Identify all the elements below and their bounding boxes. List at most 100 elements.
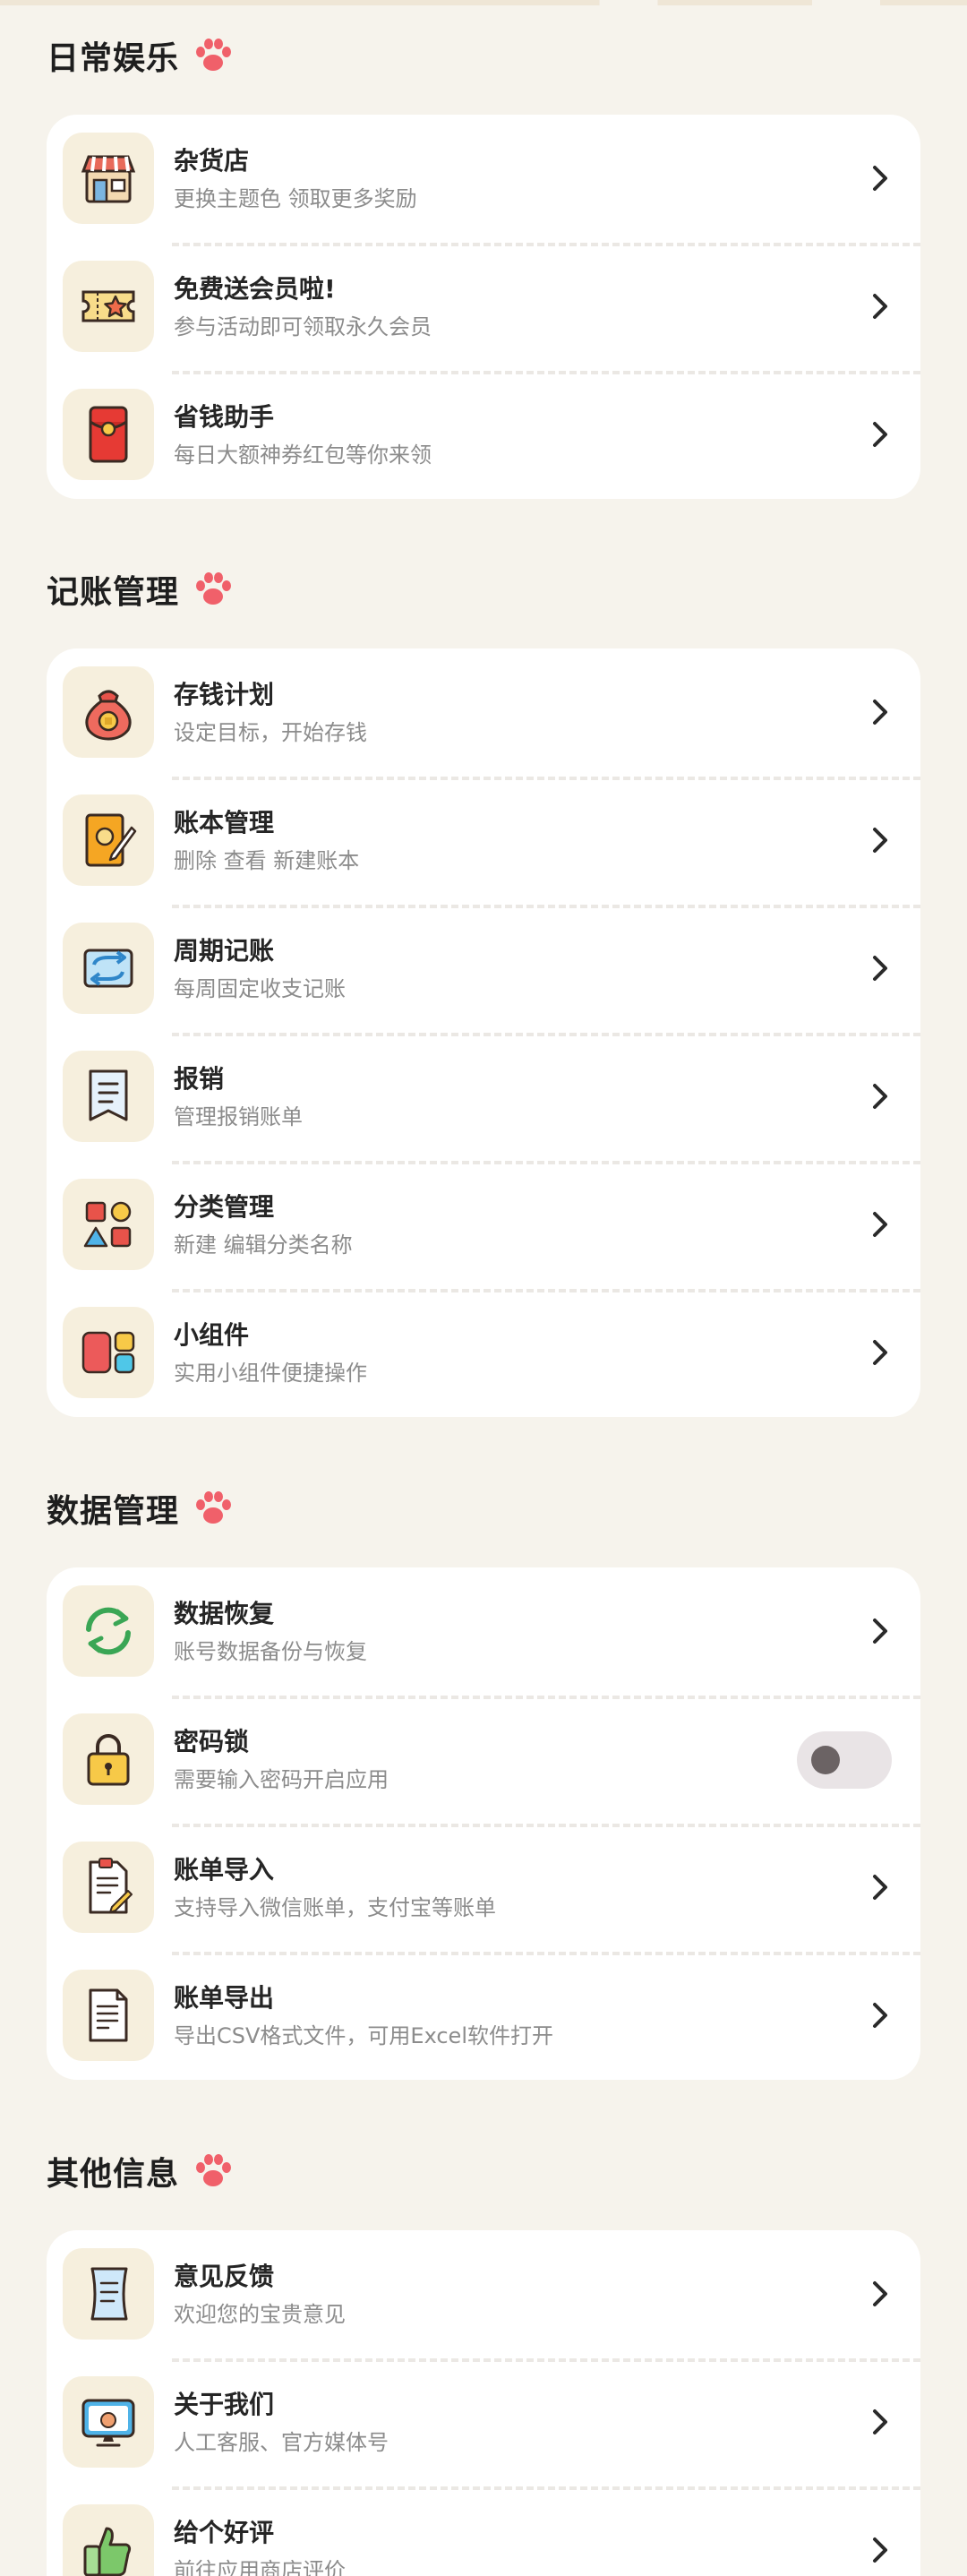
- menu-item-subtitle: 前往应用商店评价: [174, 2558, 346, 2576]
- chevron-right-icon: [873, 422, 887, 447]
- row-divider: [172, 371, 920, 374]
- section-title-text: 其他信息: [47, 2156, 180, 2193]
- section-title-entertainment: 日常娱乐: [47, 29, 236, 82]
- chevron-right-icon: [873, 166, 887, 191]
- menu-item-free-membership[interactable]: 免费送会员啦! 参与活动即可领取永久会员: [47, 243, 920, 371]
- row-divider: [172, 905, 920, 908]
- menu-item-title: 数据恢复: [174, 1599, 275, 1628]
- menu-item-title: 分类管理: [174, 1192, 275, 1222]
- chevron-right-icon: [873, 700, 887, 725]
- menu-item-title: 周期记账: [174, 936, 275, 966]
- shapes-icon: [83, 1201, 132, 1248]
- card-data-management: 数据恢复 账号数据备份与恢复 密码锁 需要输入密码开启应用 账单导入 支持导入微…: [47, 1567, 920, 2080]
- menu-item-subtitle: 管理报销账单: [174, 1104, 303, 1129]
- menu-item-subtitle: 每日大额神券红包等你来领: [174, 442, 432, 468]
- menu-item-subtitle: 账号数据备份与恢复: [174, 1639, 367, 1664]
- menu-item-saving-plan[interactable]: 存钱计划 设定目标，开始存钱: [47, 648, 920, 777]
- settings-page: 日常娱乐 杂货店 更换主题色 领取更多奖励 免费送会员啦! 参与活动即可领取永久…: [0, 0, 967, 2576]
- money-bag-icon: [85, 690, 132, 741]
- chevron-right-icon: [873, 2409, 887, 2434]
- paw-icon: [196, 2154, 232, 2186]
- card-bookkeeping: 存钱计划 设定目标，开始存钱 账本管理 删除 查看 新建账本 周期记账 每周固定…: [47, 648, 920, 1417]
- row-divider: [172, 777, 920, 780]
- menu-item-title: 省钱助手: [174, 402, 275, 432]
- receipt-icon: [89, 1069, 128, 1121]
- export-document-icon: [89, 1988, 128, 2042]
- paw-icon: [196, 572, 232, 605]
- menu-item-subtitle: 新建 编辑分类名称: [174, 1232, 353, 1258]
- menu-item-bill-import[interactable]: 账单导入 支持导入微信账单，支付宝等账单: [47, 1824, 920, 1952]
- feedback-scroll-icon: [90, 2267, 128, 2321]
- row-divider: [172, 1033, 920, 1036]
- paw-icon: [196, 39, 232, 71]
- shop-icon: [81, 155, 136, 203]
- menu-item-subtitle: 删除 查看 新建账本: [174, 848, 360, 873]
- menu-item-feedback[interactable]: 意见反馈 欢迎您的宝贵意见: [47, 2230, 920, 2358]
- import-document-icon: [89, 1858, 133, 1914]
- icon-tile: [63, 1585, 154, 1677]
- chevron-right-icon: [873, 828, 887, 853]
- chevron-right-icon: [873, 294, 887, 319]
- menu-item-bill-export[interactable]: 账单导出 导出CSV格式文件，可用Excel软件打开: [47, 1952, 920, 2080]
- menu-item-shop[interactable]: 杂货店 更换主题色 领取更多奖励: [47, 115, 920, 243]
- card-other-info: 意见反馈 欢迎您的宝贵意见 关于我们 人工客服、官方媒体号 给个好评 前往应用商…: [47, 2230, 920, 2576]
- card-entertainment: 杂货店 更换主题色 领取更多奖励 免费送会员啦! 参与活动即可领取永久会员 省钱…: [47, 115, 920, 499]
- chevron-right-icon: [873, 1340, 887, 1365]
- menu-item-reimbursement[interactable]: 报销 管理报销账单: [47, 1033, 920, 1161]
- menu-item-subtitle: 参与活动即可领取永久会员: [174, 314, 432, 339]
- menu-item-rate-us[interactable]: 给个好评 前往应用商店评价: [47, 2486, 920, 2576]
- row-divider: [172, 1952, 920, 1955]
- menu-item-title: 给个好评: [174, 2518, 275, 2547]
- menu-item-title: 小组件: [174, 1320, 250, 1350]
- thumbs-up-icon: [83, 2527, 132, 2576]
- icon-tile: [63, 2504, 154, 2576]
- chevron-right-icon: [873, 2003, 887, 2028]
- row-divider: [172, 1161, 920, 1164]
- menu-item-about-us[interactable]: 关于我们 人工客服、官方媒体号: [47, 2358, 920, 2486]
- chevron-right-icon: [873, 1212, 887, 1237]
- menu-item-saving-helper[interactable]: 省钱助手 每日大额神券红包等你来领: [47, 371, 920, 499]
- icon-tile: [63, 1842, 154, 1933]
- icon-tile: [63, 2376, 154, 2468]
- widget-icon: [81, 1331, 135, 1374]
- monitor-icon: [81, 2399, 135, 2447]
- password-lock-toggle[interactable]: [797, 1731, 892, 1789]
- icon-tile: [63, 133, 154, 224]
- icon-tile: [63, 1307, 154, 1398]
- menu-item-title: 报销: [174, 1064, 225, 1094]
- menu-item-ledger-management[interactable]: 账本管理 删除 查看 新建账本: [47, 777, 920, 905]
- menu-item-subtitle: 欢迎您的宝贵意见: [174, 2302, 346, 2327]
- section-title-text: 数据管理: [47, 1493, 180, 1530]
- menu-item-recurring-entries[interactable]: 周期记账 每周固定收支记账: [47, 905, 920, 1033]
- row-divider: [172, 1696, 920, 1699]
- chevron-right-icon: [873, 1619, 887, 1644]
- chevron-right-icon: [873, 956, 887, 981]
- paw-icon: [196, 1491, 232, 1524]
- menu-item-subtitle: 需要输入密码开启应用: [174, 1767, 389, 1792]
- icon-tile: [63, 389, 154, 480]
- menu-item-password-lock: 密码锁 需要输入密码开启应用: [47, 1696, 920, 1824]
- notebook-pen-icon: [85, 813, 137, 867]
- icon-tile: [63, 923, 154, 1014]
- menu-item-subtitle: 实用小组件便捷操作: [174, 1361, 367, 1386]
- repeat-icon: [83, 949, 133, 988]
- menu-item-category-management[interactable]: 分类管理 新建 编辑分类名称: [47, 1161, 920, 1289]
- toggle-knob: [811, 1746, 840, 1774]
- menu-item-title: 账本管理: [174, 808, 275, 837]
- menu-item-title: 密码锁: [174, 1727, 250, 1756]
- menu-item-widgets[interactable]: 小组件 实用小组件便捷操作: [47, 1289, 920, 1417]
- menu-item-subtitle: 设定目标，开始存钱: [174, 720, 367, 745]
- top-edge-strip: [0, 0, 967, 5]
- chevron-right-icon: [873, 2537, 887, 2563]
- menu-item-data-restore[interactable]: 数据恢复 账号数据备份与恢复: [47, 1567, 920, 1696]
- red-envelope-icon: [89, 406, 128, 463]
- padlock-icon: [87, 1734, 130, 1786]
- row-divider: [172, 1289, 920, 1292]
- chevron-right-icon: [873, 1875, 887, 1900]
- menu-item-title: 存钱计划: [174, 680, 275, 709]
- section-title-bookkeeping: 记账管理: [47, 562, 236, 616]
- menu-item-subtitle: 人工客服、官方媒体号: [174, 2430, 389, 2455]
- menu-item-title: 账单导出: [174, 1983, 275, 2013]
- sync-icon: [86, 1607, 131, 1655]
- section-title-data-management: 数据管理: [47, 1481, 236, 1535]
